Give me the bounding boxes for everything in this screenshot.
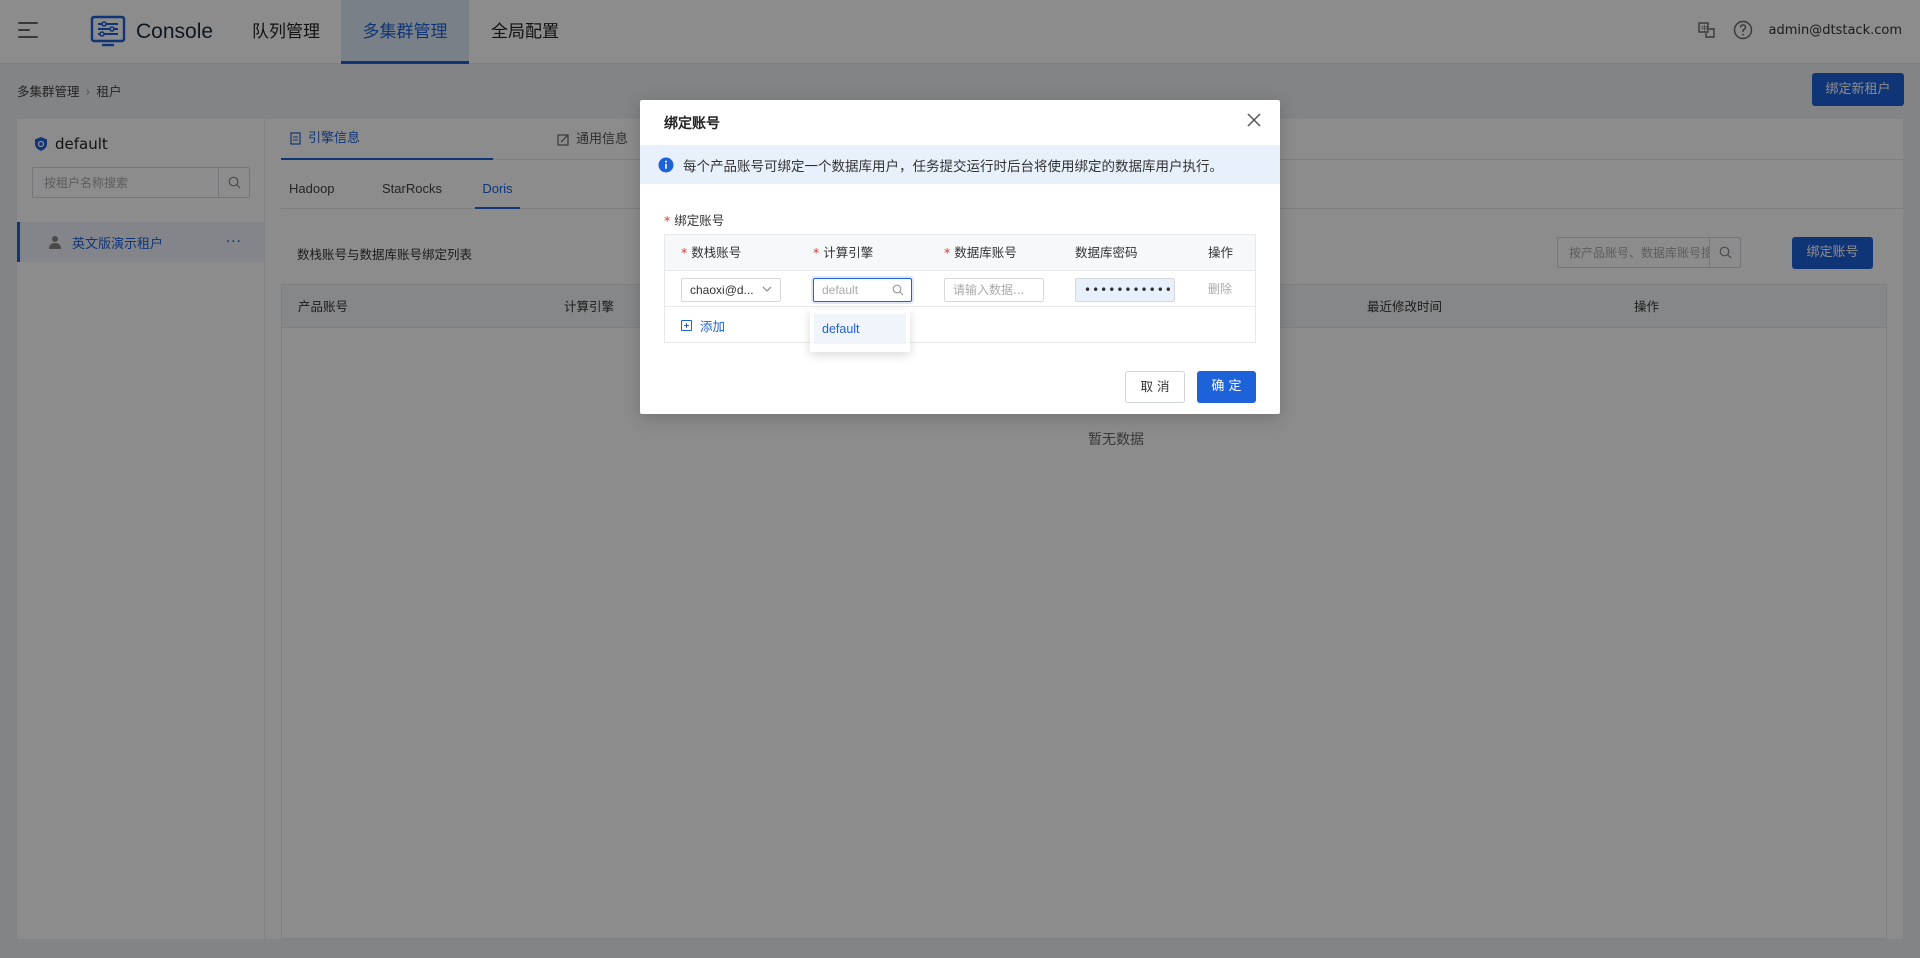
compute-engine-select[interactable]: default [813,278,912,302]
engine-dropdown: default [810,310,910,352]
confirm-button[interactable]: 确 定 [1197,371,1256,403]
stack-account-value: chaoxi@d... [690,283,754,297]
cancel-button[interactable]: 取 消 [1125,371,1185,403]
search-icon [892,284,904,296]
info-icon [658,157,674,172]
column-header-db-password: 数据库密码 [1075,245,1138,260]
column-header-stack-account: * 数栈账号 [681,245,742,260]
field-label-text: 绑定账号 [674,213,725,228]
bind-account-modal: 绑定账号 每个产品账号可绑定一个数据库用户，任务提交运行时后台将使用绑定的数据库… [640,100,1280,414]
field-label: * 绑定账号 [664,210,724,229]
close-icon[interactable] [1246,112,1262,128]
binding-form-table: * 数栈账号 * 计算引擎 * 数据库账号 数据库密码 操作 chaoxi@d... … [664,234,1256,343]
db-password-input[interactable]: ••••••••••• [1075,278,1175,302]
compute-engine-placeholder: default [822,283,859,297]
column-header-operation: 操作 [1208,245,1234,260]
column-header-db-account: * 数据库账号 [944,245,1017,260]
chevron-down-icon [762,286,772,292]
info-alert: 每个产品账号可绑定一个数据库用户，任务提交运行时后台将使用绑定的数据库用户执行。 [640,145,1280,184]
modal-title: 绑定账号 [664,116,720,132]
add-row-button[interactable]: 添加 [681,316,725,335]
db-account-input[interactable]: 请输入数据... [944,278,1044,302]
dropdown-option-default[interactable]: default [814,314,906,344]
required-mark: * [664,213,671,228]
plus-square-icon [681,320,692,331]
binding-row: chaoxi@d... default 请输入数据... •••••••••••… [665,271,1255,307]
alert-text: 每个产品账号可绑定一个数据库用户，任务提交运行时后台将使用绑定的数据库用户执行。 [683,158,1223,175]
binding-form-header: * 数栈账号 * 计算引擎 * 数据库账号 数据库密码 操作 [665,235,1255,271]
column-header-compute-engine: * 计算引擎 [813,245,874,260]
delete-link[interactable]: 删除 [1208,271,1232,307]
add-row-label: 添加 [700,319,726,334]
stack-account-select[interactable]: chaoxi@d... [681,278,781,302]
